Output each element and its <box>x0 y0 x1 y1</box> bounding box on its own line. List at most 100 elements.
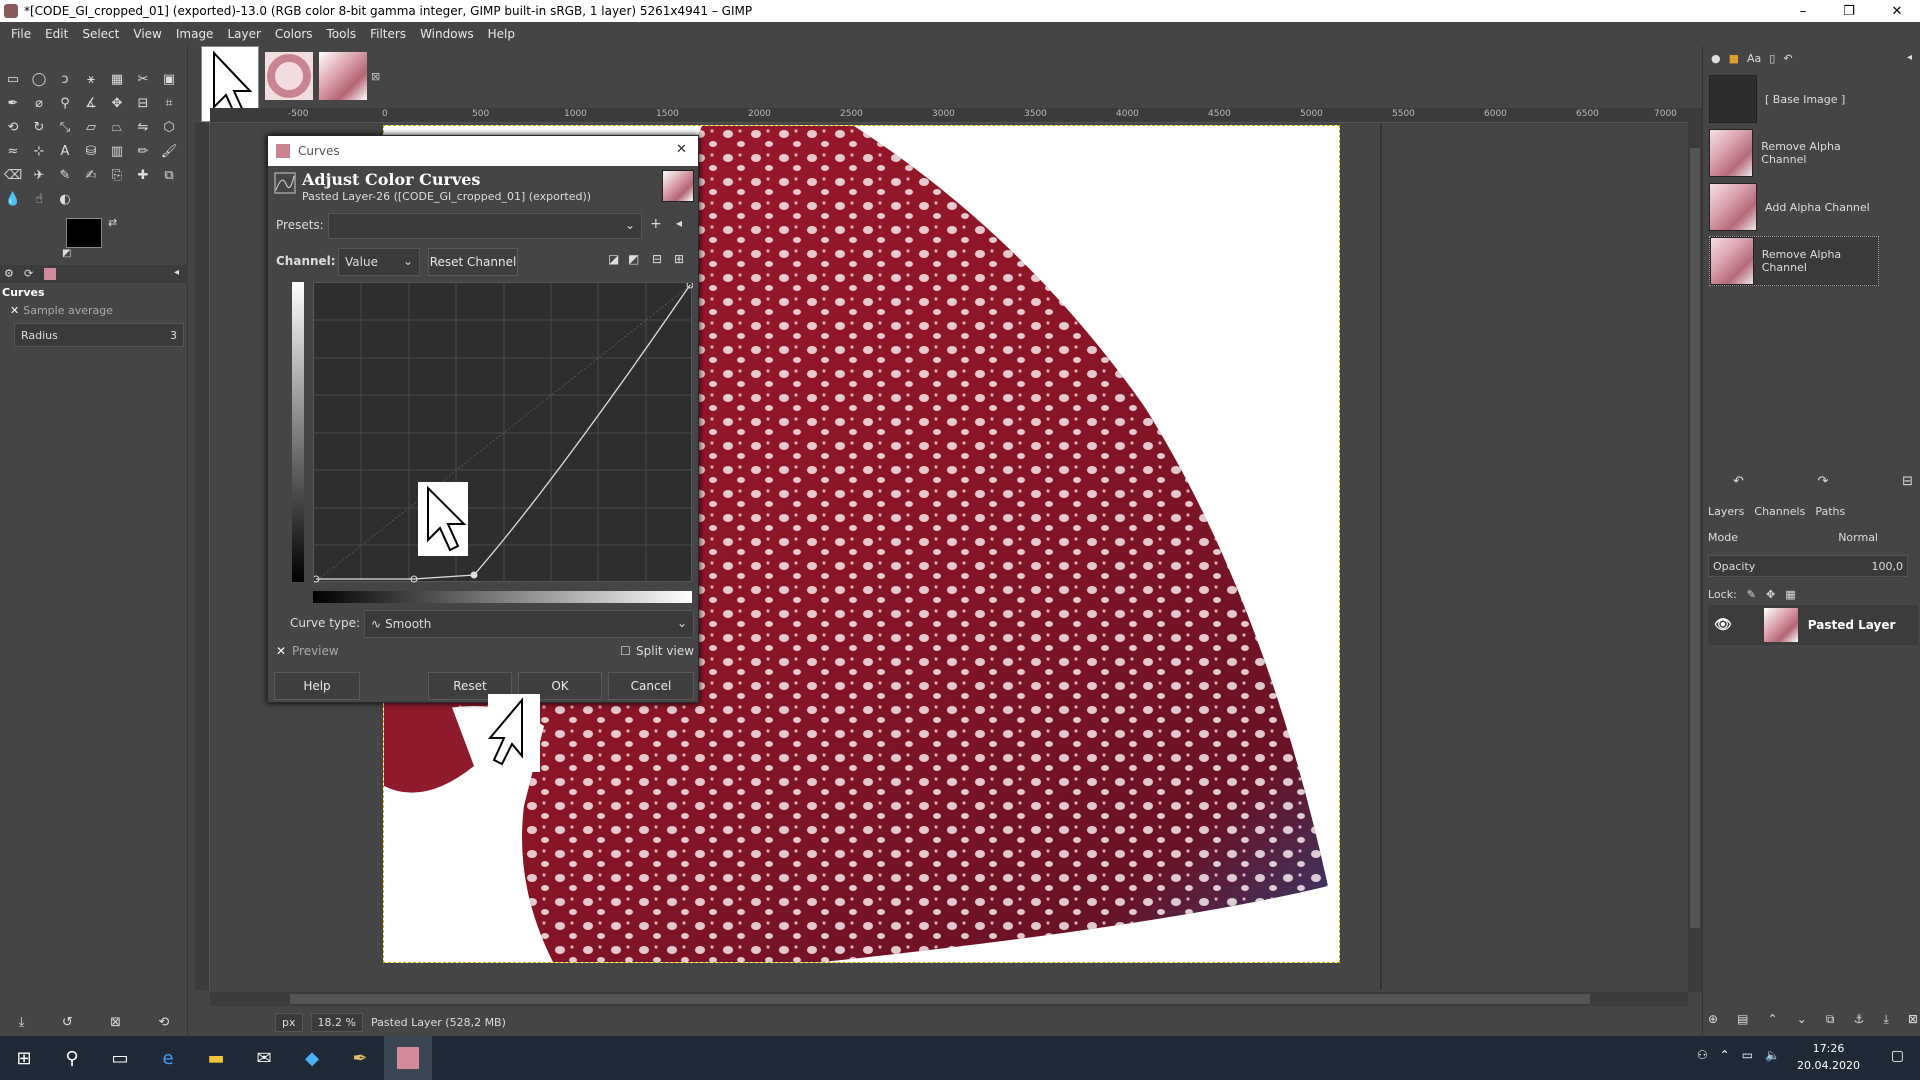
rect-select-icon[interactable]: ▭ <box>4 70 22 88</box>
add-preset-icon[interactable]: + <box>650 216 662 232</box>
curves-close-icon[interactable]: ✕ <box>676 142 687 157</box>
device-status-tab-icon[interactable]: ⟳ <box>24 267 33 280</box>
menu-view[interactable]: View <box>126 27 168 41</box>
presets-combo[interactable]: ⌄ <box>328 213 642 239</box>
pencil-icon[interactable]: ✏ <box>134 142 152 160</box>
perspective-icon[interactable]: ⏢ <box>108 118 126 136</box>
text-icon[interactable]: A <box>56 142 74 160</box>
eraser-icon[interactable]: ⌫ <box>4 166 22 184</box>
save-options-icon[interactable]: ⤓ <box>19 1015 25 1030</box>
move-icon[interactable]: ✥ <box>108 94 126 112</box>
merge-layer-icon[interactable]: ⤓ <box>1883 1012 1888 1027</box>
help-button[interactable]: Help <box>274 672 360 700</box>
menu-filters[interactable]: Filters <box>363 27 413 41</box>
clear-history-icon[interactable]: ⊟ <box>1902 474 1913 489</box>
vertical-scrollbar[interactable] <box>1688 108 1702 992</box>
handle-transform-icon[interactable]: ⊹ <box>30 142 48 160</box>
lock-pixels-icon[interactable]: ✎ <box>1747 588 1756 601</box>
heal-icon[interactable]: ✚ <box>134 166 152 184</box>
menu-help[interactable]: Help <box>481 27 522 41</box>
curve-graph[interactable] <box>312 281 694 584</box>
images-tab-icon[interactable] <box>44 268 56 280</box>
lock-position-icon[interactable]: ✥ <box>1766 588 1775 601</box>
curve-point-selected[interactable] <box>470 571 478 579</box>
configure-tab-icon[interactable]: ◂ <box>174 267 179 278</box>
flip-icon[interactable]: ⇋ <box>134 118 152 136</box>
people-icon[interactable]: ⚇ <box>1697 1048 1708 1062</box>
horizontal-scrollbar[interactable] <box>210 992 1688 1006</box>
image-tab-3[interactable] <box>319 52 367 100</box>
foreground-color-swatch[interactable] <box>66 218 102 248</box>
warp-icon[interactable]: ≈ <box>4 142 22 160</box>
tray-chevron-icon[interactable]: ⌃ <box>1720 1048 1730 1062</box>
inkscape-icon[interactable]: ✒ <box>336 1036 384 1080</box>
tool-options-tab-icon[interactable]: ⚙ <box>4 267 14 280</box>
tab-layers[interactable]: Layers <box>1708 505 1744 518</box>
smudge-icon[interactable]: ☝ <box>30 190 48 208</box>
delete-options-icon[interactable]: ⊠ <box>110 1015 121 1030</box>
opacity-spinner[interactable]: Opacity 100,0 <box>1708 555 1908 577</box>
layer-row[interactable]: 👁 Pasted Layer <box>1708 605 1918 645</box>
ink-icon[interactable]: ✎ <box>56 166 74 184</box>
airbrush-icon[interactable]: ✈ <box>30 166 48 184</box>
image-tab-2[interactable] <box>265 52 313 100</box>
select-by-color-icon[interactable]: ▦ <box>108 70 126 88</box>
network-icon[interactable]: ▭ <box>1742 1048 1753 1062</box>
tab-paths[interactable]: Paths <box>1815 505 1845 518</box>
duplicate-layer-icon[interactable]: ⧉ <box>1826 1012 1835 1027</box>
mypaint-brush-icon[interactable]: ✍ <box>82 166 100 184</box>
menu-file[interactable]: File <box>4 27 38 41</box>
minimize-button[interactable]: – <box>1780 0 1826 22</box>
file-explorer-icon[interactable]: ▬ <box>192 1036 240 1080</box>
menu-edit[interactable]: Edit <box>38 27 75 41</box>
fonts-tab-icon[interactable]: Aa <box>1747 52 1761 65</box>
undo-item[interactable]: Add Alpha Channel <box>1709 182 1879 232</box>
swap-colors-icon[interactable]: ⇄ <box>108 216 117 229</box>
raise-layer-icon[interactable]: ⌃ <box>1768 1012 1778 1027</box>
patterns-tab-icon[interactable]: ■ <box>1729 52 1739 65</box>
app-icon[interactable]: ◆ <box>288 1036 336 1080</box>
dock-menu-icon[interactable]: ◂ <box>1907 52 1912 63</box>
undo-item-base[interactable]: [ Base Image ] <box>1709 74 1879 124</box>
cage-icon[interactable]: ⬡ <box>160 118 178 136</box>
scissors-icon[interactable]: ✂ <box>134 70 152 88</box>
scale-icon[interactable]: ⤡ <box>56 118 74 136</box>
document-history-tab-icon[interactable]: ▯ <box>1769 52 1775 65</box>
gimp-taskbar-icon[interactable] <box>384 1036 432 1080</box>
horizontal-scroll-thumb[interactable] <box>290 994 1590 1004</box>
crop-icon[interactable]: ⌗ <box>160 94 178 112</box>
close-tab-icon[interactable]: ⊠ <box>371 70 380 83</box>
shear-icon[interactable]: ▱ <box>82 118 100 136</box>
brushes-tab-icon[interactable]: ● <box>1711 52 1721 65</box>
volume-icon[interactable]: 🔈 <box>1765 1048 1780 1062</box>
ellipse-select-icon[interactable]: ◯ <box>30 70 48 88</box>
clone-icon[interactable]: ⎘ <box>108 166 126 184</box>
curve-freehand-icon[interactable]: ⊞ <box>674 252 684 266</box>
curve-smooth-icon[interactable]: ⊟ <box>652 252 662 266</box>
menu-windows[interactable]: Windows <box>413 27 481 41</box>
sample-average-option[interactable]: ✕ Sample average <box>10 302 180 318</box>
search-icon[interactable]: ⚲ <box>48 1036 96 1080</box>
dodge-burn-icon[interactable]: ◐ <box>56 190 74 208</box>
delete-layer-icon[interactable]: ⊠ <box>1908 1012 1918 1027</box>
align-icon[interactable]: ⊟ <box>134 94 152 112</box>
preview-checkbox-icon[interactable]: ✕ <box>276 644 286 658</box>
zoom-icon[interactable]: ⚲ <box>56 94 74 112</box>
undo-item[interactable]: Remove Alpha Channel <box>1709 128 1879 178</box>
menu-tools[interactable]: Tools <box>320 27 364 41</box>
clock[interactable]: 17:26 20.04.2020 <box>1797 1040 1860 1074</box>
blur-icon[interactable]: 💧 <box>4 190 22 208</box>
visibility-eye-icon[interactable]: 👁 <box>1714 617 1732 633</box>
reset-options-icon[interactable]: ⟲ <box>158 1015 169 1030</box>
linear-histogram-icon[interactable]: ◪ <box>608 252 619 266</box>
gradient-icon[interactable]: ▥ <box>108 142 126 160</box>
undo-history-tab-icon[interactable]: ↶ <box>1783 52 1792 65</box>
cancel-button[interactable]: Cancel <box>608 672 694 700</box>
reset-channel-button[interactable]: Reset Channel <box>428 248 518 276</box>
anchor-layer-icon[interactable]: ⚓ <box>1854 1012 1865 1027</box>
default-colors-icon[interactable]: ◩ <box>62 248 71 259</box>
new-group-icon[interactable]: ▤ <box>1737 1012 1748 1027</box>
free-select-icon[interactable]: ↄ <box>56 70 74 88</box>
color-picker-icon[interactable]: ⌀ <box>30 94 48 112</box>
undo-icon[interactable]: ↶ <box>1733 474 1744 489</box>
